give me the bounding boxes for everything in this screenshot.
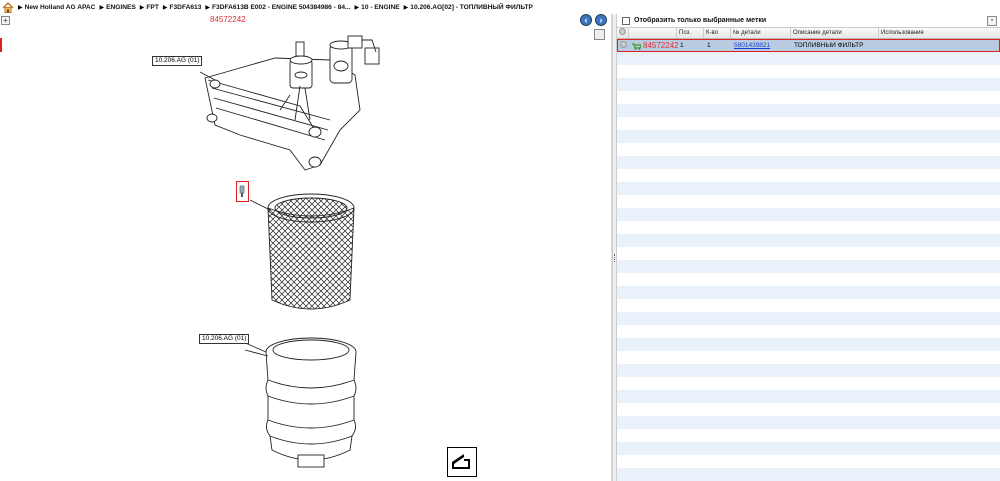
callout-label-bowl[interactable]: 10.206.AG (01) <box>199 334 250 344</box>
empty-table-row <box>617 143 1000 156</box>
empty-table-row <box>617 260 1000 273</box>
empty-table-row <box>617 104 1000 117</box>
empty-table-row <box>617 247 1000 260</box>
breadcrumb-item-brand[interactable]: ▶ New Holland AG APAC <box>18 4 95 11</box>
empty-table-row <box>617 65 1000 78</box>
filter-head-illustration <box>204 35 380 171</box>
breadcrumb: ▶ New Holland AG APAC ▶ ENGINES ▶ FPT ▶ F3DF… <box>0 0 1000 14</box>
splitter-grip-icon[interactable] <box>614 254 616 262</box>
filter-element-illustration <box>249 193 355 310</box>
empty-table-row <box>617 338 1000 351</box>
breadcrumb-item-section[interactable]: ▶ 10 - ENGINE <box>355 4 400 11</box>
empty-table-row <box>617 208 1000 221</box>
parts-table-header: Поз. К-во № детали Описание детали Испол… <box>617 28 1000 39</box>
add-to-cart-icon[interactable] <box>632 43 641 50</box>
empty-table-row <box>617 52 1000 65</box>
empty-table-row <box>617 91 1000 104</box>
empty-table-row <box>617 78 1000 91</box>
filter-bowl-illustration <box>244 337 357 468</box>
column-header-part-number[interactable]: № детали <box>731 28 791 38</box>
empty-table-row <box>617 377 1000 390</box>
exploded-diagram <box>199 35 380 468</box>
empty-table-row <box>617 390 1000 403</box>
empty-table-row <box>617 416 1000 429</box>
row-qty-cell: 1 <box>707 42 711 49</box>
column-header-select[interactable] <box>617 28 629 38</box>
empty-table-row <box>617 221 1000 234</box>
empty-table-row <box>617 442 1000 455</box>
empty-table-row <box>617 117 1000 130</box>
column-header-ref[interactable] <box>629 28 677 38</box>
breadcrumb-item-current: ▶ 10.206.AG[02] - ТОПЛИВНЫЙ ФИЛЬТР <box>403 3 533 11</box>
filter-row: Отобразить только выбранные метки <box>617 14 1000 28</box>
empty-table-row <box>617 468 1000 481</box>
breadcrumb-item-engine-variant[interactable]: ▶ F3DFA613B E002 - ENGINE 504384986 - 84.… <box>205 4 350 11</box>
empty-table-row <box>617 286 1000 299</box>
table-row[interactable]: 84572242 1 1 5801439821 ТОПЛИВНЫЙ ФИЛЬТР <box>617 39 1000 52</box>
empty-table-row <box>617 130 1000 143</box>
empty-table-row <box>617 364 1000 377</box>
empty-table-row <box>617 325 1000 338</box>
empty-rows-container <box>617 52 1000 481</box>
empty-table-row <box>617 299 1000 312</box>
row-select-icon[interactable] <box>618 41 630 50</box>
empty-table-row <box>617 234 1000 247</box>
column-header-qty[interactable]: К-во <box>704 28 731 38</box>
row-pos-cell: 1 <box>680 42 684 49</box>
show-selected-only-checkbox[interactable] <box>622 16 630 25</box>
expand-panel-icon[interactable]: ▫ <box>987 16 997 26</box>
diagram-pane: + 84572242 ‹ › 10.206.AG (01) 10.206.AG … <box>0 14 612 481</box>
home-icon[interactable] <box>2 1 14 13</box>
empty-table-row <box>617 455 1000 468</box>
breadcrumb-item-fpt[interactable]: ▶ FPT <box>140 4 159 11</box>
column-header-pos[interactable]: Поз. <box>677 28 704 38</box>
breadcrumb-item-engines[interactable]: ▶ ENGINES <box>99 4 135 11</box>
select-all-icon[interactable] <box>619 28 626 35</box>
empty-table-row <box>617 273 1000 286</box>
empty-table-row <box>617 182 1000 195</box>
parts-panel: Отобразить только выбранные метки ▫ Поз.… <box>617 14 1000 481</box>
show-selected-only-label: Отобразить только выбранные метки <box>634 17 767 24</box>
callout-label-head[interactable]: 10.206.AG (01) <box>152 56 203 66</box>
column-header-usage[interactable]: Использование <box>879 28 1000 38</box>
row-description-cell: ТОПЛИВНЫЙ ФИЛЬТР <box>794 42 864 49</box>
empty-table-row <box>617 403 1000 416</box>
row-part-number-link[interactable]: 5801439821 <box>732 42 792 49</box>
empty-table-row <box>617 351 1000 364</box>
breadcrumb-item-model[interactable]: ▶ F3DFA613 <box>163 4 202 11</box>
column-header-description[interactable]: Описание детали <box>791 28 879 38</box>
empty-table-row <box>617 156 1000 169</box>
row-ref-cell[interactable]: 84572242 <box>630 41 678 50</box>
print-export-icon[interactable] <box>447 447 477 477</box>
parts-table: Поз. К-во № детали Описание детали Испол… <box>617 28 1000 481</box>
empty-table-row <box>617 429 1000 442</box>
empty-table-row <box>617 312 1000 325</box>
selected-part-hotspot[interactable] <box>236 181 249 202</box>
o-ring-icon <box>239 185 245 197</box>
empty-table-row <box>617 195 1000 208</box>
empty-table-row <box>617 169 1000 182</box>
